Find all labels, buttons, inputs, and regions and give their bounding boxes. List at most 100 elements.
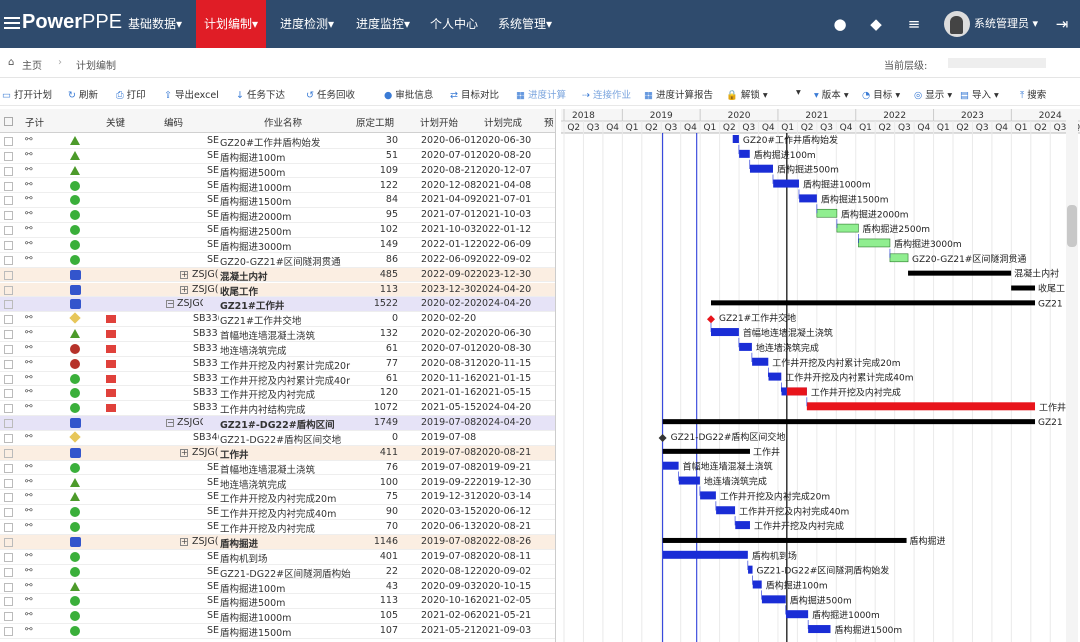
home-icon[interactable]: ⌂	[8, 57, 14, 68]
table-row[interactable]: ⚯ SE 盾构掘进1000m 105 2021-02-06 2021-05-21	[0, 609, 555, 624]
menu-icon[interactable]	[4, 14, 20, 32]
col-subplan[interactable]: 子计	[25, 115, 44, 129]
breadcrumb-home[interactable]: 主页	[22, 57, 42, 72]
link-icon[interactable]: ⚯	[25, 180, 33, 190]
row-checkbox[interactable]	[4, 463, 13, 473]
row-checkbox[interactable]	[4, 330, 13, 340]
table-row[interactable]: ⚯ SE GZ21-DG22#区间隧洞盾构始 22 2020-08-12 2020-09-…	[0, 565, 555, 580]
table-row[interactable]: ⚯ SE 盾构掘进2000m 95 2021-07-01 2021-10-03	[0, 208, 555, 223]
row-checkbox[interactable]	[4, 493, 13, 503]
link-icon[interactable]: ⚯	[25, 328, 33, 338]
col-more[interactable]: 预	[544, 115, 554, 129]
avatar[interactable]	[944, 11, 970, 37]
col-activity-name[interactable]: 作业名称	[264, 115, 302, 129]
table-row[interactable]: ⚯ SE 盾构掘进3000m 149 2022-01-12 2022-06-09	[0, 238, 555, 253]
table-row[interactable]: ZSJG(+ 收尾工作 113 2023-12-30 2024-04-20	[0, 282, 555, 298]
row-checkbox[interactable]	[4, 240, 13, 250]
row-checkbox[interactable]	[4, 359, 13, 369]
level-select[interactable]	[948, 58, 1046, 68]
nav-plan-editing[interactable]: 计划编制▾	[196, 0, 266, 54]
row-checkbox[interactable]	[4, 315, 13, 325]
row-checkbox[interactable]	[4, 151, 13, 161]
toolbar-item-14[interactable]: ◎ 显示 ▾	[914, 87, 952, 101]
brand-logo[interactable]: PowerPPE	[4, 11, 122, 34]
nav-progress-check[interactable]: 进度检测▾	[274, 0, 340, 48]
col-critical[interactable]: 关键	[106, 115, 125, 129]
link-icon[interactable]: ⚯	[25, 432, 33, 442]
row-checkbox[interactable]	[4, 537, 13, 547]
link-icon[interactable]: ⚯	[25, 610, 33, 620]
row-checkbox[interactable]	[4, 374, 13, 384]
table-row[interactable]: ⚯ SE 盾构掘进1000m 122 2020-12-08 2021-04-08	[0, 179, 555, 194]
chat-icon[interactable]: ◆	[866, 14, 886, 34]
row-checkbox[interactable]	[4, 181, 13, 191]
table-row[interactable]: ⚯ SE 盾构机到场 401 2019-07-08 2020-08-11	[0, 550, 555, 565]
row-checkbox[interactable]	[4, 255, 13, 265]
table-row[interactable]: ⚯ SB33 工作井开挖及内衬累计完成40r 61 2020-11-16 2021-01-…	[0, 372, 555, 387]
link-icon[interactable]: ⚯	[25, 581, 33, 591]
table-row[interactable]: ⚯ SE 工作井开挖及内衬完成40m 90 2020-03-15 2020-06-12	[0, 505, 555, 520]
toolbar-item-4[interactable]: ↓ 任务下达	[236, 87, 285, 101]
row-checkbox[interactable]	[4, 404, 13, 414]
link-icon[interactable]: ⚯	[25, 521, 33, 531]
user-menu[interactable]: 系统管理员 ▾	[974, 0, 1038, 48]
row-checkbox[interactable]	[4, 389, 13, 399]
link-icon[interactable]: ⚯	[25, 595, 33, 605]
toolbar-dropdown[interactable]: ▾	[796, 87, 801, 98]
table-row[interactable]: ⚯ SE 盾构掘进2500m 102 2021-10-03 2022-01-12	[0, 223, 555, 238]
link-icon[interactable]: ⚯	[25, 343, 33, 353]
nav-progress-monitor[interactable]: 进度监控▾	[350, 0, 416, 48]
row-checkbox[interactable]	[4, 508, 13, 518]
vertical-scrollbar[interactable]	[1066, 120, 1078, 642]
table-row[interactable]: ⚯ SE 盾构掘进1500m 107 2021-05-21 2021-09-03	[0, 624, 555, 639]
row-checkbox[interactable]	[4, 196, 13, 206]
toolbar-item-11[interactable]: 🔒 解锁 ▾	[726, 87, 768, 101]
link-icon[interactable]: ⚯	[25, 165, 33, 175]
table-row[interactable]: ⚯ SB33 工作井内衬结构完成 1072 2021-05-15 2024-04-20	[0, 401, 555, 416]
nav-personal-center[interactable]: 个人中心	[426, 0, 482, 48]
link-icon[interactable]: ⚯	[25, 462, 33, 472]
row-checkbox[interactable]	[4, 627, 13, 637]
row-checkbox[interactable]	[4, 597, 13, 607]
link-icon[interactable]: ⚯	[25, 566, 33, 576]
table-row[interactable]: ⚯ SB33 首幅地连墙混凝土浇筑 132 2020-02-20 2020-06-30	[0, 327, 555, 342]
table-row[interactable]: ZSJG(+ 工作井 411 2019-07-08 2020-08-21	[0, 445, 555, 461]
row-checkbox[interactable]	[4, 552, 13, 562]
link-icon[interactable]: ⚯	[25, 224, 33, 234]
table-row[interactable]: ZSJGC-T− GZ21#-DG22#盾构区间 1749 2019-07-08202…	[0, 416, 555, 431]
row-checkbox[interactable]	[4, 226, 13, 236]
row-checkbox[interactable]	[4, 523, 13, 533]
link-icon[interactable]: ⚯	[25, 135, 33, 145]
link-icon[interactable]: ⚯	[25, 506, 33, 516]
table-row[interactable]: ⚯ SB33 工作井开挖及内衬累计完成20r 77 2020-08-31 2020-11-…	[0, 357, 555, 372]
row-checkbox[interactable]	[4, 166, 13, 176]
toolbar-item-10[interactable]: ▦ 进度计算报告	[644, 87, 713, 101]
link-icon[interactable]: ⚯	[25, 209, 33, 219]
row-checkbox[interactable]	[4, 582, 13, 592]
settings-icon[interactable]: ≡	[904, 14, 924, 34]
row-checkbox[interactable]	[4, 137, 13, 146]
link-icon[interactable]: ⚯	[25, 358, 33, 368]
table-row[interactable]: ⚯ SE 盾构掘进500m 109 2020-08-21 2020-12-07	[0, 164, 555, 179]
table-row[interactable]: ⚯ SB33 地连墙浇筑完成 61 2020-07-01 2020-08-30	[0, 342, 555, 357]
table-row[interactable]: ⚯ SE 地连墙浇筑完成 100 2019-09-22 2019-12-30	[0, 476, 555, 491]
select-all-checkbox[interactable]	[4, 117, 13, 126]
link-icon[interactable]: ⚯	[25, 402, 33, 412]
table-row[interactable]: ZSJGC-T− GZ21#工作井 1522 2020-02-202024-04-20	[0, 297, 555, 312]
table-row[interactable]: ⚯ SE 盾构掘进100m 51 2020-07-01 2020-08-20	[0, 149, 555, 164]
nav-system-admin[interactable]: 系统管理▾	[492, 0, 558, 48]
expand-icon[interactable]: −	[166, 419, 174, 428]
col-start[interactable]: 计划开始	[420, 115, 458, 129]
row-checkbox[interactable]	[4, 300, 13, 310]
link-icon[interactable]: ⚯	[25, 150, 33, 160]
row-checkbox[interactable]	[4, 478, 13, 488]
expand-icon[interactable]: −	[166, 300, 174, 309]
table-row[interactable]: ⚯ SE 盾构掘进1500m 84 2021-04-09 2021-07-01	[0, 193, 555, 208]
row-checkbox[interactable]	[4, 612, 13, 622]
col-code[interactable]: 编码	[164, 115, 183, 129]
link-icon[interactable]: ⚯	[25, 477, 33, 487]
link-icon[interactable]: ⚯	[25, 254, 33, 264]
expand-icon[interactable]: +	[180, 270, 188, 279]
link-icon[interactable]: ⚯	[25, 239, 33, 249]
link-icon[interactable]: ⚯	[25, 387, 33, 397]
